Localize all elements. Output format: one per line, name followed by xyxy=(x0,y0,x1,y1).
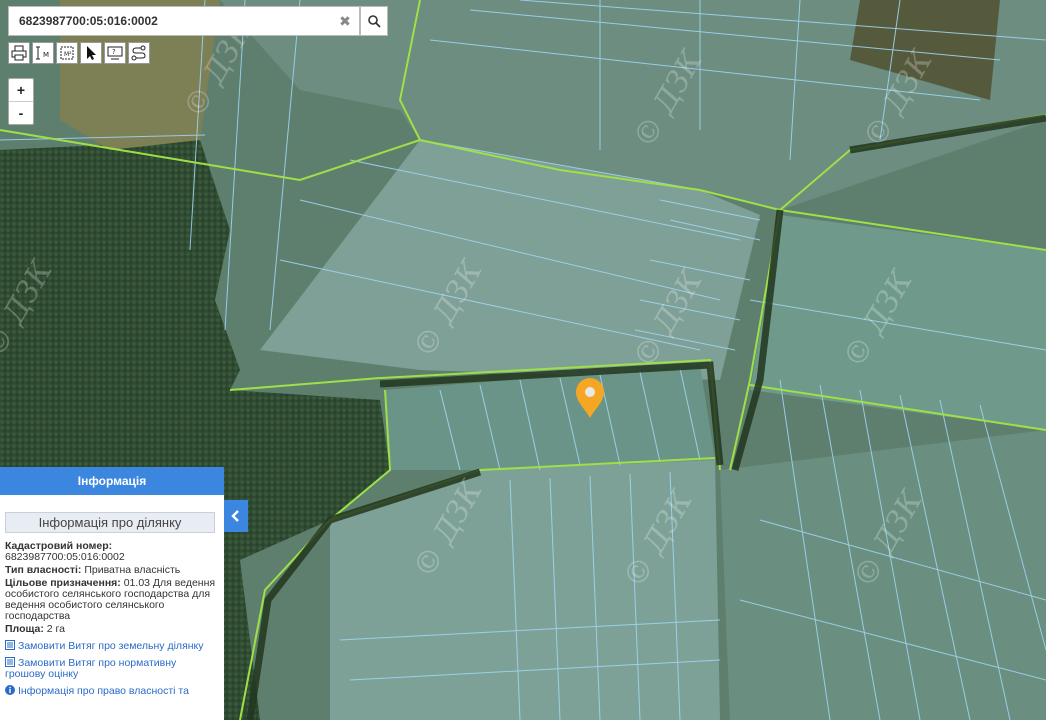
order-valuation-text: Замовити Витяг про нормативну грошову оц… xyxy=(5,657,177,680)
area-value: 2 га xyxy=(46,623,65,635)
area-measure-icon[interactable]: M² xyxy=(56,42,78,64)
panel-subtitle: Інформація про ділянку xyxy=(5,512,215,533)
order-extract-text: Замовити Витяг про земельну ділянку xyxy=(18,640,204,652)
collapse-panel-button[interactable] xyxy=(224,500,248,532)
info-icon[interactable]: ? xyxy=(104,42,126,64)
pointer-icon[interactable] xyxy=(80,42,102,64)
svg-text:M²: M² xyxy=(64,51,72,58)
clear-icon[interactable]: ✖ xyxy=(337,13,353,29)
order-valuation-link[interactable]: Замовити Витяг про нормативну грошову оц… xyxy=(5,657,219,680)
svg-text:?: ? xyxy=(112,48,116,56)
area-label: Площа: xyxy=(5,623,44,635)
list-icon xyxy=(5,657,15,667)
zoom-control: + - xyxy=(8,78,34,125)
search-input[interactable] xyxy=(9,7,329,35)
cadastral-field: Кадастровий номер: 6823987700:05:016:000… xyxy=(5,541,219,563)
zoom-in-button[interactable]: + xyxy=(9,79,33,102)
ownership-field: Тип власності: Приватна власність xyxy=(5,565,219,576)
ownership-label: Тип власності: xyxy=(5,564,82,576)
search-icon xyxy=(367,14,381,28)
area-field: Площа: 2 га xyxy=(5,624,219,635)
search-box: ✖ xyxy=(8,6,360,36)
info-panel: Інформація Інформація про ділянку Кадаст… xyxy=(0,467,224,720)
ownership-value: Приватна власність xyxy=(84,564,181,576)
panel-header: Інформація xyxy=(0,467,224,495)
map-toolbar: M M² ? xyxy=(8,42,150,64)
ownership-info-link[interactable]: Інформація про право власності та xyxy=(5,685,219,697)
purpose-field: Цільове призначення: 01.03 Для ведення о… xyxy=(5,578,219,622)
zoom-out-button[interactable]: - xyxy=(9,102,33,124)
order-extract-link[interactable]: Замовити Витяг про земельну ділянку xyxy=(5,640,219,652)
ownership-info-text: Інформація про право власності та xyxy=(18,685,189,697)
ruler-icon[interactable]: M xyxy=(32,42,54,64)
route-icon[interactable] xyxy=(128,42,150,64)
printer-icon[interactable] xyxy=(8,42,30,64)
cadastral-value: 6823987700:05:016:0002 xyxy=(5,551,125,563)
list-icon xyxy=(5,640,15,650)
info-circle-icon xyxy=(5,685,15,695)
search-button[interactable] xyxy=(360,6,388,36)
chevron-left-icon xyxy=(231,510,239,522)
panel-body: Інформація про ділянку Кадастровий номер… xyxy=(0,495,224,697)
svg-text:M: M xyxy=(43,51,49,59)
